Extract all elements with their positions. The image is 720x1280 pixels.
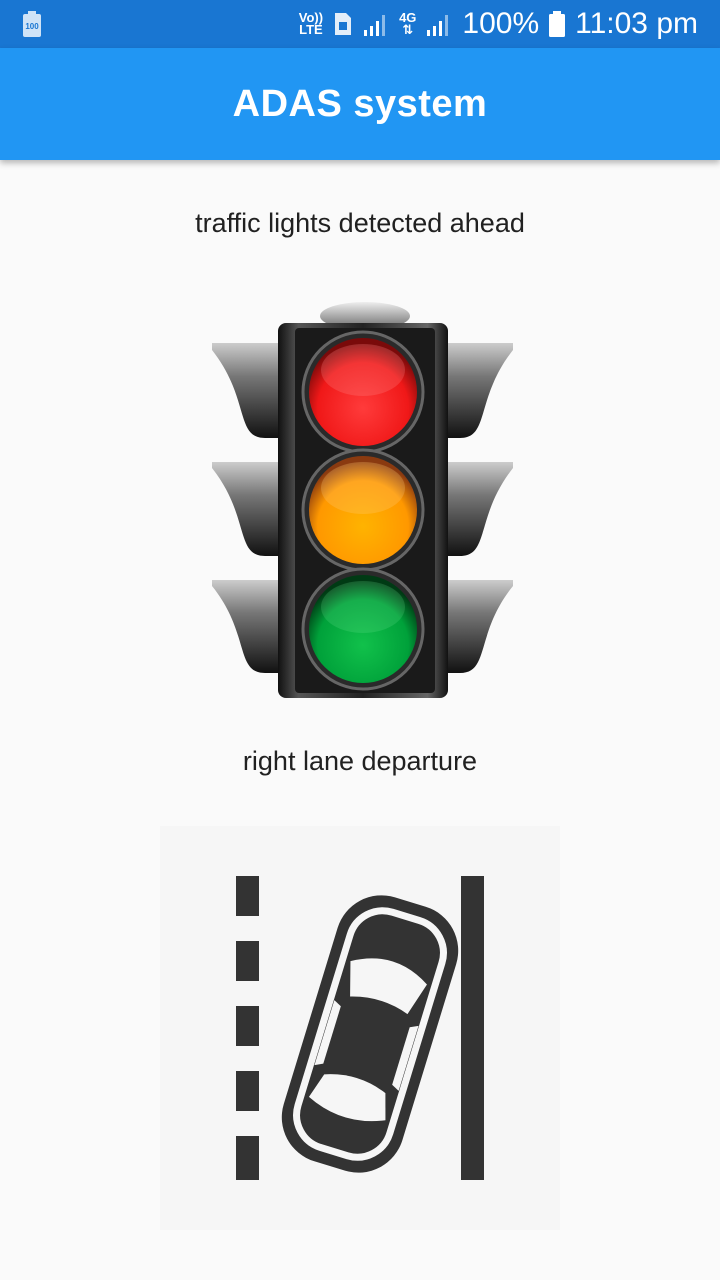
car-icon xyxy=(281,895,459,1173)
right-visors xyxy=(445,343,513,673)
volte-bottom-text: LTE xyxy=(299,22,323,37)
battery-percent: 100% xyxy=(462,7,540,40)
traffic-light-image xyxy=(205,298,520,702)
lane-departure-icon xyxy=(236,876,484,1180)
network-type: 4G ⇅ xyxy=(399,11,416,37)
app-bar: ADAS system xyxy=(0,48,720,160)
traffic-light-icon xyxy=(212,302,513,698)
data-arrows-icon: ⇅ xyxy=(402,22,414,37)
amber-light xyxy=(301,448,425,572)
lane-departure-image xyxy=(160,826,560,1230)
signal-strength-2-icon xyxy=(427,15,449,36)
status-bar-right: Vo)) LTE 4G ⇅ 100% 11:03 pm xyxy=(299,7,698,41)
sim-icon xyxy=(335,13,352,35)
app-title: ADAS system xyxy=(232,82,488,125)
lane-departure-caption: right lane departure xyxy=(242,746,478,776)
traffic-light-caption: traffic lights detected ahead xyxy=(195,208,525,238)
solid-lane-line xyxy=(461,876,484,1180)
dashed-lane-line xyxy=(236,876,259,1180)
red-light xyxy=(301,330,425,454)
green-light xyxy=(301,567,425,691)
battery-notification-icon: 100 xyxy=(23,11,41,37)
left-visors xyxy=(212,343,280,673)
battery-icon xyxy=(549,11,566,37)
battery-small-text: 100 xyxy=(25,22,39,31)
status-bar: 100 Vo)) LTE 4G ⇅ 100% 11:03 pm xyxy=(0,0,720,48)
signal-strength-icon xyxy=(364,15,386,36)
clock: 11:03 pm xyxy=(575,7,698,40)
volte-indicator: Vo)) LTE xyxy=(299,11,323,37)
status-bar-left: 100 xyxy=(22,11,42,37)
